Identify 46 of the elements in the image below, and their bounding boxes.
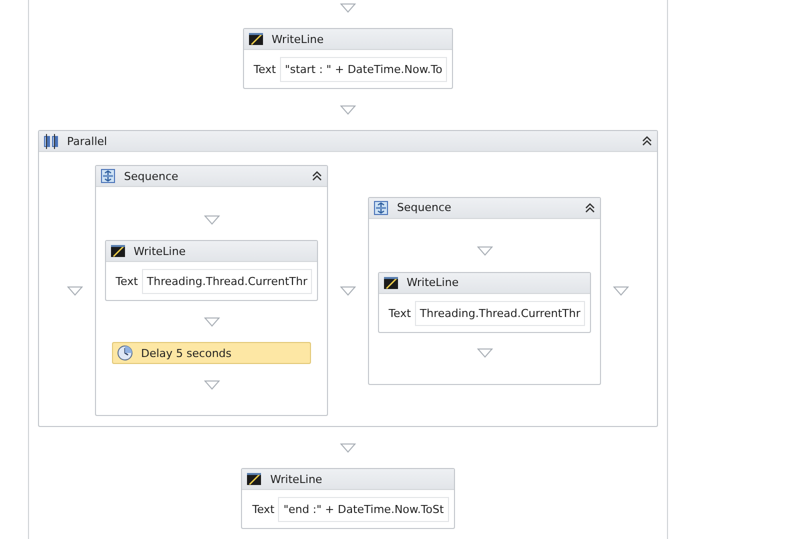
text-field[interactable]: "end :" + DateTime.Now.ToSt	[278, 497, 449, 522]
collapse-icon[interactable]	[641, 135, 653, 147]
writeline-activity[interactable]: WriteLine Text Threading.Thread.CurrentThr	[378, 272, 592, 332]
delay-activity[interactable]: Delay 5 seconds	[112, 342, 311, 364]
sequence-icon	[100, 168, 116, 184]
activity-title: WriteLine	[406, 276, 459, 289]
drop-arrow-icon[interactable]	[340, 2, 356, 12]
clock-icon	[117, 345, 133, 361]
activity-title: Delay 5 seconds	[141, 346, 232, 360]
drop-arrow-icon[interactable]	[204, 214, 220, 224]
sequence-icon	[373, 200, 389, 216]
drop-arrow-icon[interactable]	[476, 246, 492, 256]
parallel-activity[interactable]: Parallel Sequence WriteLine Text Threading.Thread.CurrentThr Delay 5 seconds Sequence WriteLine Text Threading.Thread.CurrentThr	[38, 130, 658, 427]
field-label: Text	[388, 306, 411, 320]
pen-icon	[248, 31, 264, 47]
sequence-activity[interactable]: Sequence WriteLine Text Threading.Thread.CurrentThr	[368, 196, 601, 384]
activity-title: Sequence	[397, 201, 452, 214]
field-label: Text	[252, 503, 274, 516]
writeline-activity[interactable]: WriteLine Text Threading.Thread.CurrentThr	[104, 240, 318, 301]
writeline-activity[interactable]: WriteLine Text "end :" + DateTime.Now.ToSt	[241, 468, 455, 529]
drop-arrow-icon[interactable]	[204, 380, 220, 390]
text-field[interactable]: "start : " + DateTime.Now.To	[280, 57, 448, 82]
pen-icon	[110, 243, 126, 259]
text-field[interactable]: Threading.Thread.CurrentThr	[414, 300, 586, 326]
drop-arrow-icon[interactable]	[340, 442, 356, 452]
field-label: Text	[116, 275, 138, 288]
drop-arrow-icon[interactable]	[204, 316, 220, 326]
activity-title: WriteLine	[134, 244, 186, 258]
pen-icon	[382, 274, 399, 290]
activity-title: Sequence	[124, 170, 178, 182]
collapse-icon[interactable]	[311, 170, 323, 182]
drop-arrow-icon[interactable]	[340, 286, 356, 296]
drop-arrow-icon[interactable]	[476, 348, 492, 358]
sequence-activity[interactable]: Sequence WriteLine Text Threading.Thread.CurrentThr Delay 5 seconds	[95, 165, 328, 416]
activity-title: Parallel	[67, 134, 108, 148]
text-field[interactable]: Threading.Thread.CurrentThr	[142, 269, 312, 294]
field-label: Text	[254, 63, 276, 76]
drop-arrow-icon[interactable]	[340, 104, 356, 114]
drop-arrow-icon[interactable]	[67, 286, 83, 296]
pen-icon	[246, 471, 262, 487]
activity-title: WriteLine	[272, 32, 324, 46]
drop-arrow-icon[interactable]	[613, 286, 629, 296]
activity-title: WriteLine	[270, 472, 322, 486]
collapse-icon[interactable]	[584, 202, 596, 214]
parallel-icon	[43, 133, 59, 149]
writeline-activity[interactable]: WriteLine Text "start : " + DateTime.Now.To	[242, 28, 454, 89]
